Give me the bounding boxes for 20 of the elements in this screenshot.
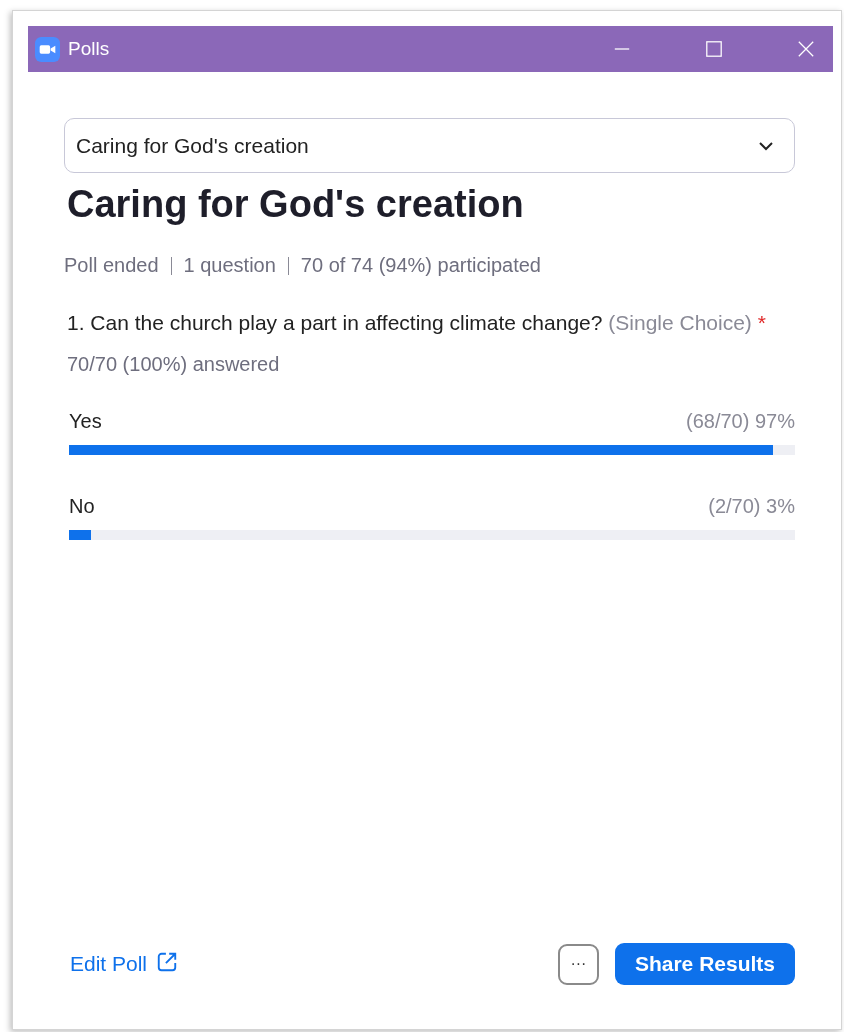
video-camera-icon	[35, 36, 60, 62]
chevron-down-icon	[758, 140, 774, 151]
poll-info-text: 70 of 74 (94%) participated	[300, 254, 541, 277]
poll-info-text: Poll ended	[64, 254, 159, 277]
external-link-icon[interactable]	[156, 951, 179, 973]
answer-label: Yes	[69, 410, 102, 433]
edit-poll-link[interactable]: Edit Poll	[70, 952, 148, 976]
close-icon[interactable]	[797, 40, 815, 58]
poll-dropdown[interactable]: Caring for God's creation	[64, 118, 795, 173]
question-text: 1. Can the church play a part in affecting climate change? (Single Choice) *	[67, 310, 767, 336]
share-results-button[interactable]: Share Results	[614, 943, 795, 985]
answer-label: No	[69, 495, 95, 518]
window-title: Polls	[68, 38, 110, 60]
more-button[interactable]: ···	[557, 943, 599, 985]
answer-result: (2/70) 3%	[708, 495, 795, 518]
answered-count: 70/70 (100%) answered	[67, 353, 281, 376]
answer-result: (68/70) 97%	[686, 410, 795, 433]
maximize-icon[interactable]	[705, 40, 723, 58]
poll-info-text: 1 question	[183, 254, 276, 277]
poll-title: Caring for God's creation	[67, 183, 525, 226]
